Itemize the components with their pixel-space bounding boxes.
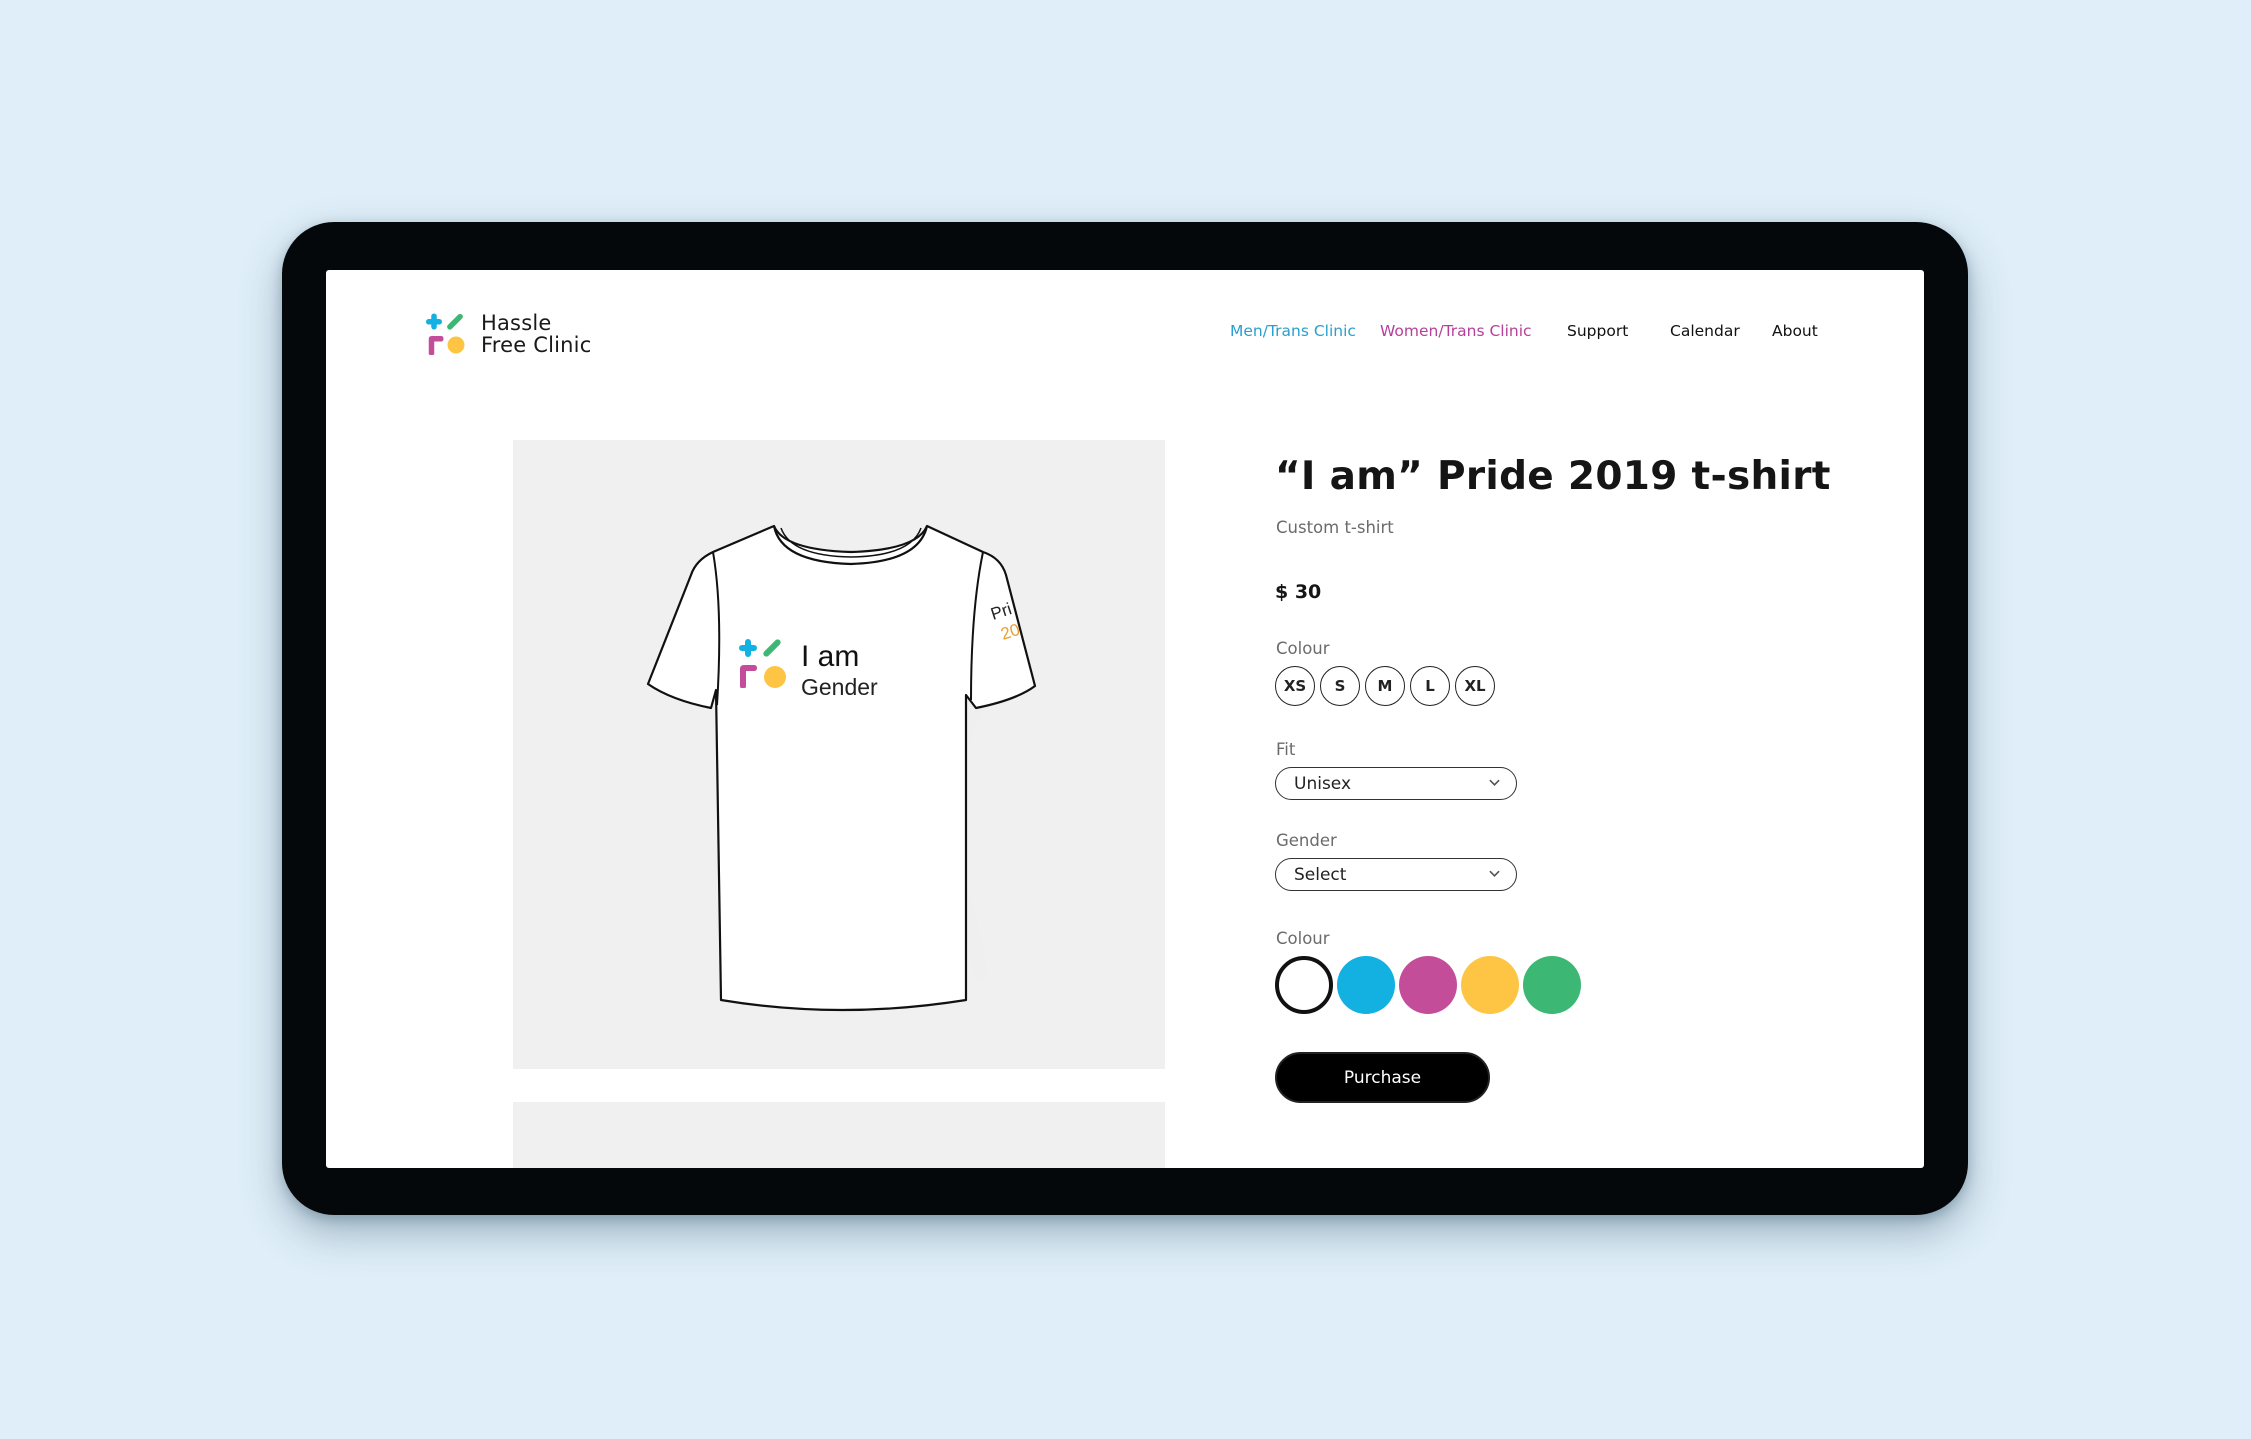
size-label: Colour [1276, 639, 1330, 658]
product-title: “I am” Pride 2019 t-shirt [1275, 454, 1831, 499]
product-image-secondary[interactable] [513, 1102, 1165, 1168]
tshirt-illustration: I am Gender Pri 20 [646, 524, 1037, 1012]
gender-select[interactable]: Select [1275, 858, 1517, 891]
gender-select-value: Select [1294, 864, 1347, 885]
colour-swatch-green[interactable] [1523, 956, 1581, 1014]
main-nav: Men/Trans Clinic Women/Trans Clinic Supp… [326, 322, 1924, 346]
size-option-m[interactable]: M [1365, 666, 1405, 706]
gender-label: Gender [1276, 831, 1337, 850]
fit-select[interactable]: Unisex [1275, 767, 1517, 800]
size-option-l[interactable]: L [1410, 666, 1450, 706]
purchase-button[interactable]: Purchase [1275, 1052, 1490, 1103]
colour-swatch-magenta[interactable] [1399, 956, 1457, 1014]
fit-label: Fit [1276, 740, 1296, 759]
colour-swatch-white[interactable] [1275, 956, 1333, 1014]
colour-options [1275, 956, 1581, 1014]
size-option-xl[interactable]: XL [1455, 666, 1495, 706]
product-price: $ 30 [1275, 581, 1322, 603]
nav-calendar[interactable]: Calendar [1670, 322, 1740, 340]
size-options: XS S M L XL [1275, 666, 1495, 706]
print-line-1: I am [801, 640, 859, 673]
colour-label: Colour [1276, 929, 1330, 948]
product-subtitle: Custom t-shirt [1276, 518, 1394, 537]
nav-about[interactable]: About [1772, 322, 1818, 340]
chevron-down-icon [1489, 870, 1500, 877]
nav-men-trans-clinic[interactable]: Men/Trans Clinic [1230, 322, 1356, 340]
fit-select-value: Unisex [1294, 773, 1352, 794]
nav-women-trans-clinic[interactable]: Women/Trans Clinic [1380, 322, 1532, 340]
tablet-frame: Hassle Free Clinic Men/Trans Clinic Wome… [282, 222, 1968, 1215]
size-option-xs[interactable]: XS [1275, 666, 1315, 706]
colour-swatch-yellow[interactable] [1461, 956, 1519, 1014]
screen: Hassle Free Clinic Men/Trans Clinic Wome… [326, 270, 1924, 1168]
print-line-2: Gender [801, 674, 878, 700]
nav-support[interactable]: Support [1567, 322, 1628, 340]
chevron-down-icon [1489, 779, 1500, 786]
size-option-s[interactable]: S [1320, 666, 1360, 706]
colour-swatch-blue[interactable] [1337, 956, 1395, 1014]
product-image[interactable]: I am Gender Pri 20 [513, 440, 1165, 1069]
